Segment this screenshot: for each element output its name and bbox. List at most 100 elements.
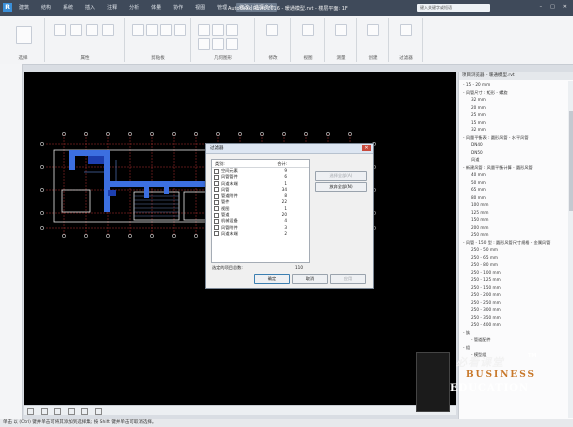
shadows-icon[interactable] [81,408,89,415]
close-icon[interactable]: ✕ [563,4,567,10]
paste-icon[interactable] [102,24,114,36]
cancel-button[interactable]: 取消 [292,274,328,284]
browser-tree-item[interactable]: 32 mm [459,126,567,134]
browser-tree-item[interactable]: 250 - 50 mm [459,246,567,254]
browser-tree-item[interactable]: - 族 [459,329,567,337]
revit-logo-icon[interactable]: R [3,3,12,12]
browser-tree-item[interactable]: 80 mm [459,194,567,202]
checkbox[interactable] [214,225,219,231]
create-group-icon[interactable] [367,24,379,36]
browser-tree-item[interactable]: 65 mm [459,186,567,194]
browser-tree-item[interactable]: - 风管 - 150 型 : 圆形风管尺寸规格 - 金属风管 [459,239,567,247]
browser-tree-item[interactable]: 50 mm [459,179,567,187]
tab-massing[interactable]: 体量 [148,3,164,12]
copy-icon[interactable] [146,24,158,36]
scale-icon[interactable] [27,408,34,415]
browser-tree-item[interactable]: - 风管尺寸 : 矩形 - 螺旋 [459,89,567,97]
browser-tree-item[interactable]: 250 - 150 mm [459,284,567,292]
browser-tree-item[interactable]: 250 - 125 mm [459,276,567,284]
checkbox[interactable] [214,181,219,187]
browser-tree-item[interactable]: 25 mm [459,111,567,119]
browser-tree-item[interactable]: 15 mm [459,119,567,127]
offset-icon[interactable] [212,24,224,36]
browser-tree-item[interactable]: 250 - 100 mm [459,269,567,277]
detail-level-icon[interactable] [40,408,48,415]
tab-architecture[interactable]: 建筑 [16,3,32,12]
ok-button[interactable]: 确定 [254,274,290,284]
join-icon[interactable] [160,24,172,36]
list-item[interactable]: 风道末端 2 [212,231,309,237]
pin-icon[interactable] [266,24,278,36]
rotate-icon[interactable] [212,38,224,50]
mirror-icon[interactable] [226,24,238,36]
cut-icon[interactable] [132,24,144,36]
checkbox[interactable] [214,206,219,212]
checkbox[interactable] [214,218,219,224]
browser-tree-item[interactable]: - 风量平衡表 : 圆形风管 - 水平风管 [459,134,567,142]
browser-tree-item[interactable]: DN40 [459,141,567,149]
scrollbar-thumb[interactable] [569,111,573,211]
visual-style-icon[interactable] [54,408,62,415]
browser-tree-item[interactable]: 250 - 400 mm [459,321,567,329]
checkbox[interactable] [214,193,219,199]
browser-tree-item[interactable]: 250 mm [459,231,567,239]
browser-tree-item[interactable]: 250 - 350 mm [459,314,567,322]
tab-structure[interactable]: 结构 [38,3,54,12]
browser-tree-item[interactable]: 100 mm [459,201,567,209]
tab-annotate[interactable]: 注释 [104,3,120,12]
checkbox[interactable] [214,174,219,180]
type-properties-icon[interactable] [70,24,82,36]
maximize-icon[interactable]: □ [550,4,555,10]
checkbox[interactable] [214,168,219,174]
search-input[interactable]: 键入关键字或短语 [417,4,490,12]
total-value: 110 [295,265,303,270]
total-label: 选定的项目总数: [212,265,243,270]
minimize-icon[interactable]: – [540,4,543,10]
trim-icon[interactable] [226,38,238,50]
browser-tree-item[interactable]: 250 - 65 mm [459,254,567,262]
browser-tree-item[interactable]: 32 mm [459,96,567,104]
filter-icon[interactable] [400,24,412,36]
select-all-button[interactable]: 选择全部(A) [315,171,367,181]
browser-tree-item[interactable]: 250 - 200 mm [459,291,567,299]
browser-tree-item[interactable]: 200 mm [459,224,567,232]
browser-scrollbar[interactable] [568,81,573,418]
browser-tree-item[interactable]: - 15 - 20 mm [459,81,567,89]
close-icon[interactable]: ✕ [362,145,371,151]
tab-insert[interactable]: 插入 [82,3,98,12]
select-tool-icon[interactable] [16,26,32,44]
browser-tree-item[interactable]: 风道 [459,156,567,164]
checkbox[interactable] [214,187,219,193]
browser-tree-item[interactable]: 125 mm [459,209,567,217]
select-none-button[interactable]: 放弃全部(N) [315,182,367,192]
browser-tree-item[interactable]: 250 - 300 mm [459,306,567,314]
ribbon-group-modify: 修改 [256,18,291,62]
tab-systems[interactable]: 系统 [60,3,76,12]
browser-tree-item[interactable]: 250 - 250 mm [459,299,567,307]
tab-collaborate[interactable]: 协作 [170,3,186,12]
crop-view-icon[interactable] [94,408,102,415]
checkbox[interactable] [214,199,219,205]
apply-button[interactable]: 应用 [330,274,366,284]
browser-tree-item[interactable]: DN50 [459,149,567,157]
browser-tree-item[interactable]: - 管道配件 [459,336,567,344]
view-control-bar [24,405,456,415]
browser-tree-item[interactable]: 40 mm [459,171,567,179]
hide-icon[interactable] [302,24,314,36]
browser-tree-item[interactable]: 250 - 80 mm [459,261,567,269]
measure-icon[interactable] [335,24,347,36]
browser-tree-item[interactable]: - 新建风管 : 风量平衡计算 - 圆形风管 [459,164,567,172]
checkbox[interactable] [214,231,219,237]
checkbox[interactable] [214,212,219,218]
browser-tree-item[interactable]: 20 mm [459,104,567,112]
tab-view[interactable]: 视图 [192,3,208,12]
properties-icon[interactable] [54,24,66,36]
sun-path-icon[interactable] [67,408,75,415]
move-icon[interactable] [198,38,210,50]
browser-tree-item[interactable]: - 组 [459,344,567,352]
clipboard-icon[interactable] [86,24,98,36]
align-icon[interactable] [198,24,210,36]
tab-analyze[interactable]: 分析 [126,3,142,12]
cope-icon[interactable] [174,24,186,36]
browser-tree-item[interactable]: 150 mm [459,216,567,224]
